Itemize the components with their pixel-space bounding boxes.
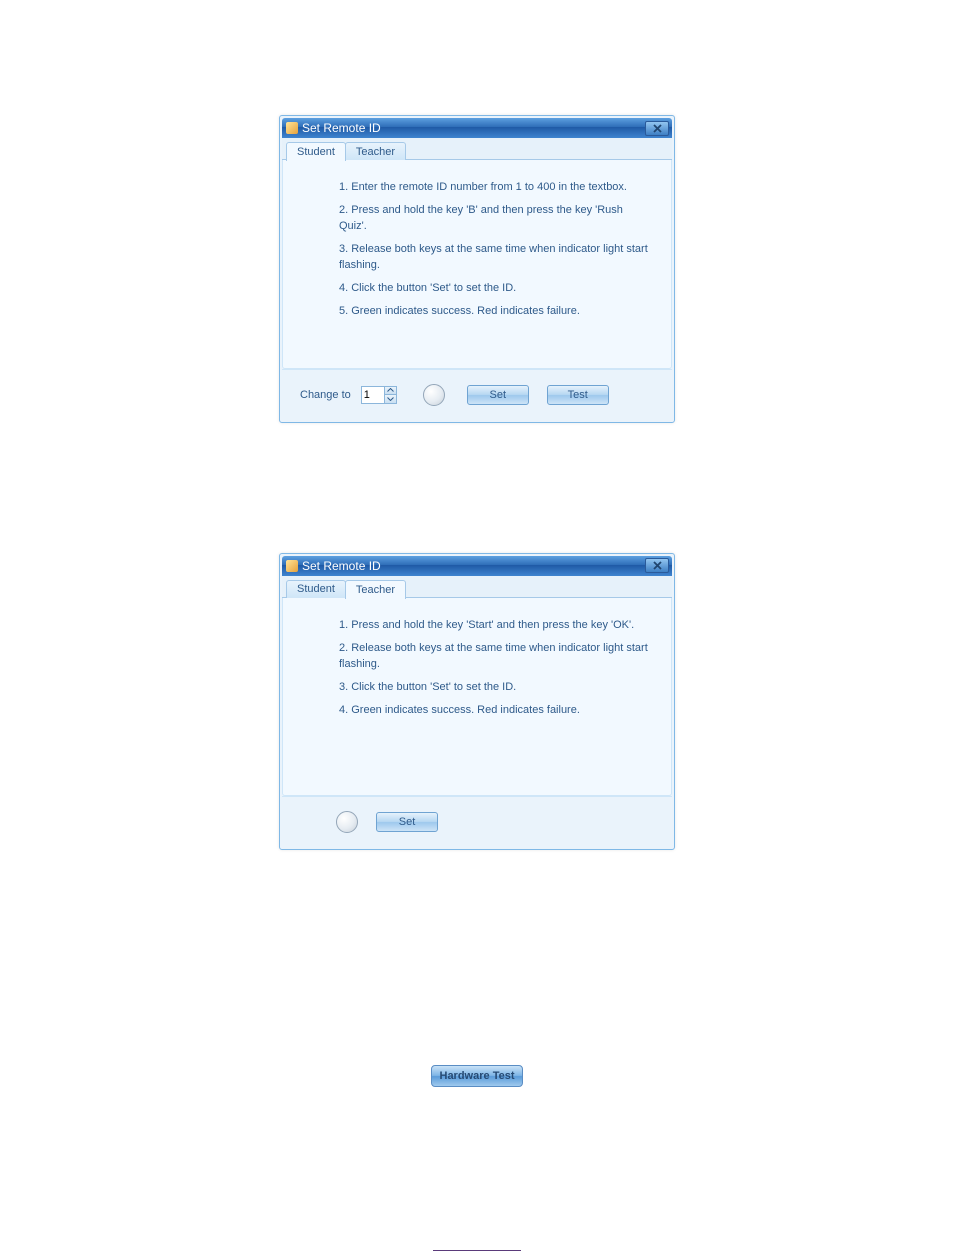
instruction-step: 3. Release both keys at the same time wh…: [339, 242, 651, 273]
window-title: Set Remote ID: [302, 121, 645, 135]
instruction-step: 2. Press and hold the key 'B' and then p…: [339, 203, 651, 234]
dialog-footer: Change to Set Test: [282, 369, 672, 420]
instructions-content: 1. Press and hold the key 'Start' and th…: [282, 598, 672, 796]
set-button[interactable]: Set: [467, 385, 529, 405]
titlebar: Set Remote ID: [282, 556, 672, 576]
close-button[interactable]: [645, 121, 669, 136]
close-icon: [653, 124, 662, 133]
tab-teacher[interactable]: Teacher: [345, 580, 406, 599]
stepper-up[interactable]: [385, 387, 396, 396]
status-indicator: [336, 811, 358, 833]
remote-id-input[interactable]: [362, 387, 384, 403]
tabstrip: Student Teacher: [282, 576, 672, 598]
app-icon: [286, 122, 298, 134]
footer-underline: [433, 1250, 521, 1251]
window-title: Set Remote ID: [302, 559, 645, 573]
change-to-label: Change to: [300, 389, 351, 401]
status-indicator: [423, 384, 445, 406]
dialog-footer: Set: [282, 796, 672, 847]
close-icon: [653, 561, 662, 570]
instruction-step: 5. Green indicates success. Red indicate…: [339, 304, 651, 319]
close-button[interactable]: [645, 558, 669, 573]
button-label: Test: [568, 389, 588, 401]
instructions-content: 1. Enter the remote ID number from 1 to …: [282, 160, 672, 369]
tab-label: Student: [297, 583, 335, 595]
stepper-down[interactable]: [385, 395, 396, 403]
app-icon: [286, 560, 298, 572]
set-button[interactable]: Set: [376, 812, 438, 832]
instruction-step: 4. Green indicates success. Red indicate…: [339, 703, 651, 718]
button-label: Set: [399, 816, 416, 828]
tab-student[interactable]: Student: [286, 580, 346, 598]
tab-label: Teacher: [356, 146, 395, 158]
instruction-step: 4. Click the button 'Set' to set the ID.: [339, 281, 651, 296]
tab-student[interactable]: Student: [286, 142, 346, 161]
set-remote-id-dialog-student: Set Remote ID Student Teacher 1. Enter t…: [279, 115, 675, 423]
set-remote-id-dialog-teacher: Set Remote ID Student Teacher 1. Press a…: [279, 553, 675, 850]
button-label: Hardware Test: [440, 1070, 515, 1082]
chevron-up-icon: [387, 388, 394, 392]
tab-label: Student: [297, 146, 335, 158]
instruction-step: 2. Release both keys at the same time wh…: [339, 641, 651, 672]
document-page: Set Remote ID Student Teacher 1. Enter t…: [0, 0, 954, 1254]
button-label: Set: [490, 389, 507, 401]
hardware-test-button[interactable]: Hardware Test: [431, 1065, 523, 1087]
tabstrip: Student Teacher: [282, 138, 672, 160]
instruction-step: 1. Enter the remote ID number from 1 to …: [339, 180, 651, 195]
remote-id-stepper[interactable]: [361, 386, 397, 404]
hardware-test-row: Hardware Test: [0, 1065, 954, 1087]
footer-underline-row: [0, 1242, 954, 1254]
instruction-step: 1. Press and hold the key 'Start' and th…: [339, 618, 651, 633]
instruction-step: 3. Click the button 'Set' to set the ID.: [339, 680, 651, 695]
tab-teacher[interactable]: Teacher: [345, 142, 406, 160]
test-button[interactable]: Test: [547, 385, 609, 405]
titlebar: Set Remote ID: [282, 118, 672, 138]
chevron-down-icon: [387, 397, 394, 401]
tab-label: Teacher: [356, 584, 395, 596]
